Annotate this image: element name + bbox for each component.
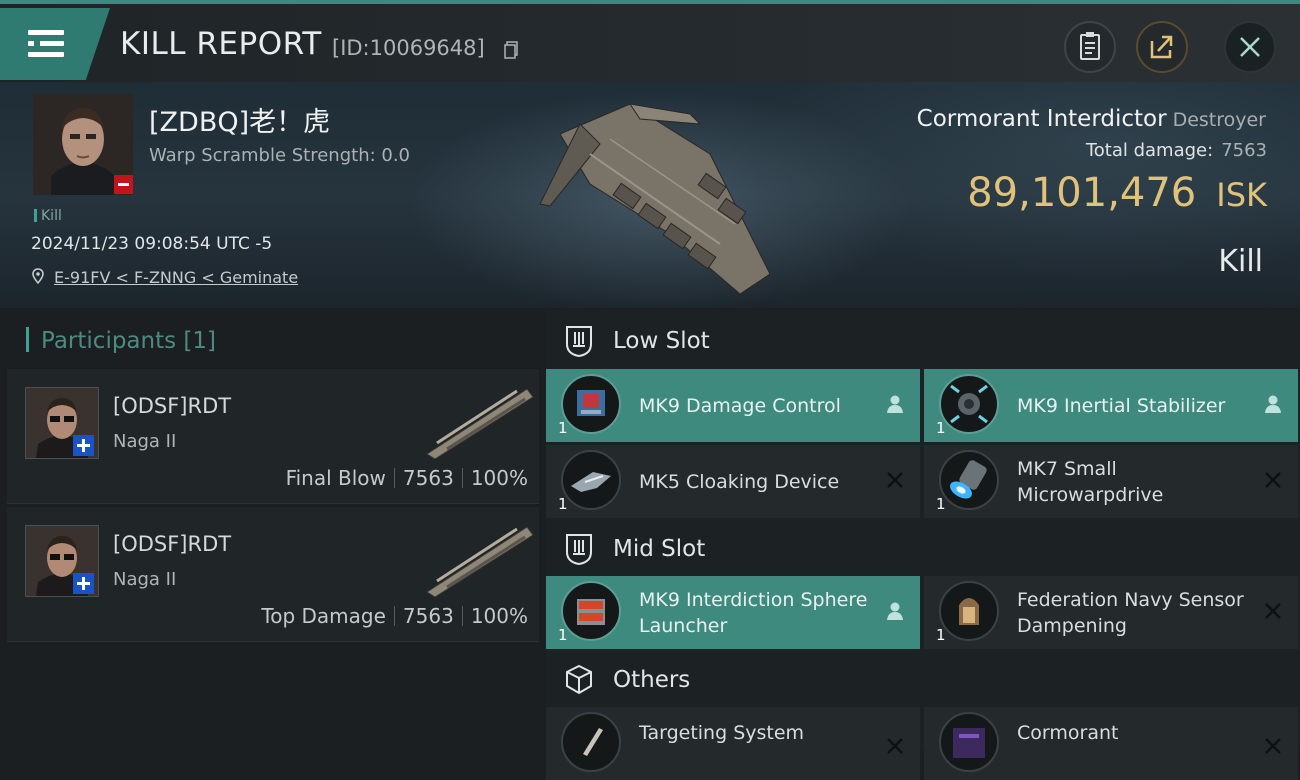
module-quantity: 1 (558, 495, 568, 513)
divider (393, 606, 395, 626)
participant-ship: Naga II (113, 569, 177, 590)
module-card[interactable]: Targeting System (546, 707, 920, 780)
damage-control-icon (561, 374, 621, 434)
module-name: Targeting System (639, 722, 805, 744)
interdiction-launcher-icon (561, 581, 621, 641)
dropped-person-icon (887, 602, 903, 620)
destroyed-x-icon (887, 472, 903, 488)
share-button[interactable] (1136, 21, 1188, 73)
destroyed-x-icon (1265, 472, 1281, 488)
destroyed-x-icon (887, 738, 903, 754)
mid-slot-label: Mid Slot (613, 536, 706, 562)
module-card[interactable]: 1 MK9 Interdiction Sphere Launcher (546, 576, 920, 649)
mid-slot-header: Mid Slot (546, 520, 1300, 580)
module-card[interactable]: 1 MK9 Inertial Stabilizer (924, 369, 1298, 442)
module-card[interactable]: Cormorant (924, 707, 1298, 780)
dropped-person-icon (1265, 395, 1281, 413)
header-bar: KILL REPORT [ID:10069648] (0, 0, 1300, 82)
participant-row[interactable]: [ODSF]RDT Naga II Final Blow 7563 100% (7, 369, 539, 504)
targeting-system-icon (561, 712, 621, 772)
divider (461, 606, 463, 626)
divider (393, 468, 395, 488)
module-card[interactable]: 1 MK5 Cloaking Device (546, 445, 920, 518)
module-card[interactable]: 1 MK7 Small Microwarpdrive (924, 445, 1298, 518)
ship-hull-icon (939, 712, 999, 772)
participant-ship-image (426, 388, 534, 459)
participant-row[interactable]: [ODSF]RDT Naga II Top Damage 7563 100% (7, 507, 539, 642)
module-name: MK9 Damage Control (639, 394, 841, 417)
mid-slot-icon (566, 534, 592, 566)
kill-datetime: 2024/11/23 09:08:54 UTC -5 (31, 234, 273, 254)
module-name: MK9 Inertial Stabilizer (1017, 394, 1226, 417)
module-name: MK7 Small Microwarpdrive (1017, 457, 1164, 506)
ship-name[interactable]: Cormorant Interdictor (917, 106, 1167, 132)
participant-role: Final Blow (285, 466, 386, 490)
victim-banner: [ZDBQ]老！虎 Warp Scramble Strength: 0.0 Ki… (0, 82, 1300, 308)
participant-role: Top Damage (261, 604, 386, 628)
participant-percent: 100% (470, 604, 528, 628)
participant-damage: 7563 (402, 466, 454, 490)
corp-member-badge (73, 573, 94, 594)
clipboard-button[interactable] (1064, 21, 1116, 73)
page-title: KILL REPORT (120, 26, 322, 62)
sensor-dampener-icon (939, 581, 999, 641)
destroyed-x-icon (1265, 603, 1281, 619)
ship-render-image (539, 103, 771, 295)
location-link[interactable]: E-91FV < F-ZNNG < Geminate (54, 268, 298, 287)
participant-percent: 100% (470, 466, 528, 490)
participants-title: Participants [1] (26, 327, 216, 354)
kill-tag: Kill (34, 208, 62, 224)
dropped-person-icon (887, 395, 903, 413)
report-id: [ID:10069648] (332, 36, 485, 60)
cube-icon (566, 664, 592, 695)
participant-name[interactable]: [ODSF]RDT (113, 394, 231, 418)
close-icon (1240, 37, 1260, 57)
module-quantity: 1 (936, 419, 946, 437)
victim-name[interactable]: [ZDBQ]老！虎 (149, 100, 330, 139)
total-damage-label: Total damage: (1085, 140, 1214, 161)
share-icon (1150, 35, 1173, 59)
low-slot-header: Low Slot (546, 312, 1300, 372)
module-quantity: 1 (936, 626, 946, 644)
module-quantity: 1 (936, 495, 946, 513)
low-slot-icon (566, 326, 592, 358)
cloaking-device-icon (561, 450, 621, 510)
module-card[interactable]: 1 Federation Navy Sensor Dampening (924, 576, 1298, 649)
module-quantity: 1 (558, 626, 568, 644)
corp-member-badge (73, 435, 94, 456)
destroyed-x-icon (1265, 738, 1281, 754)
isk-value: 89,101,476 (967, 170, 1197, 216)
inertial-stabilizer-icon (939, 374, 999, 434)
copy-id-icon[interactable] (504, 41, 518, 59)
participant-ship: Naga II (113, 431, 177, 452)
participant-damage: 7563 (402, 604, 454, 628)
microwarpdrive-icon (939, 450, 999, 510)
module-name: MK5 Cloaking Device (639, 470, 840, 493)
module-name: Cormorant (1017, 722, 1119, 744)
low-slot-label: Low Slot (613, 328, 710, 354)
total-damage-value: 7563 (1221, 140, 1267, 161)
divider (461, 468, 463, 488)
others-label: Others (613, 667, 691, 693)
others-header: Others (546, 651, 1300, 711)
location-pin-icon (32, 268, 44, 284)
clipboard-icon (1080, 32, 1100, 60)
ship-class: Destroyer (1172, 109, 1266, 131)
kill-result-label: Kill (1218, 244, 1263, 279)
hostile-standing-badge (114, 175, 133, 194)
participant-name[interactable]: [ODSF]RDT (113, 532, 231, 556)
warp-scramble-strength: Warp Scramble Strength: 0.0 (149, 145, 411, 166)
module-name: MK9 Interdiction Sphere Launcher (639, 588, 868, 637)
participant-ship-image (426, 526, 534, 597)
module-quantity: 1 (558, 419, 568, 437)
menu-button[interactable] (0, 8, 110, 80)
isk-unit: ISK (1216, 176, 1267, 214)
module-name: Federation Navy Sensor Dampening (1017, 588, 1244, 637)
module-card[interactable]: 1 MK9 Damage Control (546, 369, 920, 442)
menu-icon (28, 30, 64, 35)
close-button[interactable] (1224, 21, 1276, 73)
